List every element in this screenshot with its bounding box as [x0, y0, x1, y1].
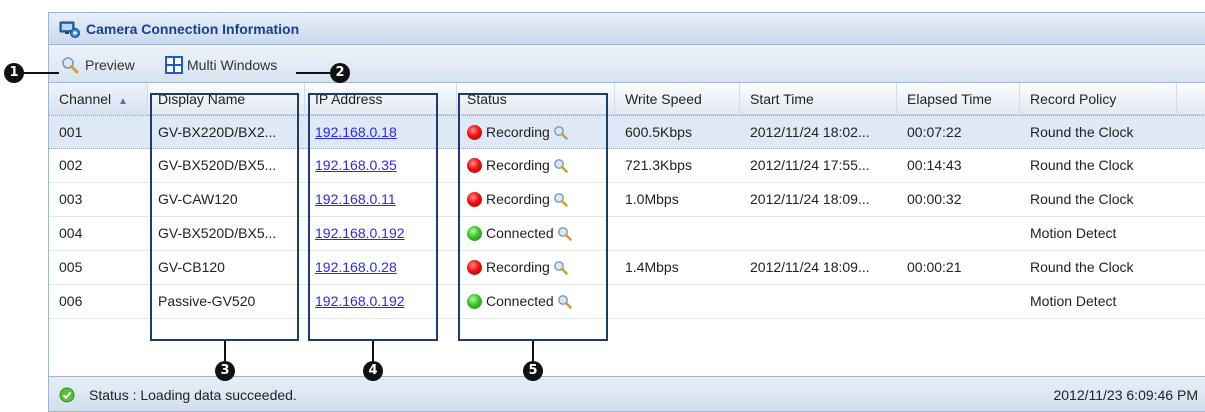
- cell-elapsed-time: 00:07:22: [907, 124, 962, 140]
- panel-title: Camera Connection Information: [86, 21, 300, 37]
- cell-channel: 003: [59, 191, 83, 207]
- toolbar: Preview Multi Windows: [49, 45, 1205, 83]
- cell-elapsed-time: 00:00:21: [907, 259, 962, 275]
- callout-line-1: [24, 72, 59, 74]
- cell-channel: 006: [59, 293, 83, 309]
- cell-start-time: 2012/11/24 18:09...: [750, 191, 870, 207]
- callout-line-4: [372, 341, 374, 361]
- cell-channel: 005: [59, 259, 83, 275]
- cell-write-speed: 1.0Mbps: [625, 191, 679, 207]
- grid-windows-icon: [165, 56, 183, 74]
- column-label: Write Speed: [625, 91, 702, 107]
- camera-monitor-icon: [59, 21, 80, 38]
- success-check-icon: [59, 387, 75, 403]
- cell-start-time: [740, 217, 897, 250]
- cell-start-time: [740, 285, 897, 318]
- callout-badge-2: 2: [330, 63, 350, 83]
- cell-record-policy: Motion Detect: [1030, 225, 1117, 241]
- column-header-start-time[interactable]: Start Time: [740, 83, 897, 115]
- cell-record-policy: Round the Clock: [1030, 124, 1134, 140]
- callout-line-2: [296, 72, 330, 74]
- callout-badge-3: 3: [215, 361, 235, 381]
- callout-line-5: [532, 341, 534, 361]
- multi-windows-label: Multi Windows: [187, 57, 278, 73]
- sort-ascending-icon: ▲: [118, 96, 128, 107]
- callout-badge-5: 5: [523, 361, 543, 381]
- cell-record-policy: Round the Clock: [1030, 157, 1134, 173]
- cell-elapsed-time: [897, 217, 1020, 250]
- cell-write-speed: [615, 217, 740, 250]
- cell-write-speed: 600.5Kbps: [625, 124, 692, 140]
- status-timestamp: 2012/11/23 6:09:46 PM: [1053, 387, 1198, 403]
- cell-channel: 001: [59, 124, 83, 140]
- callout-box-ip-address: [308, 93, 438, 341]
- column-header-write-speed[interactable]: Write Speed: [615, 83, 740, 115]
- cell-write-speed: 721.3Kbps: [625, 157, 692, 173]
- cell-elapsed-time: 00:00:32: [907, 191, 962, 207]
- cell-channel: 002: [59, 157, 83, 173]
- cell-start-time: 2012/11/24 18:09...: [750, 259, 870, 275]
- statusbar: Status : Loading data succeeded. 2012/11…: [49, 376, 1205, 411]
- cell-record-policy: Round the Clock: [1030, 191, 1134, 207]
- cell-write-speed: 1.4Mbps: [625, 259, 679, 275]
- preview-label: Preview: [85, 57, 135, 73]
- callout-badge-1: 1: [4, 63, 24, 83]
- cell-start-time: 2012/11/24 18:02...: [750, 124, 870, 140]
- cell-record-policy: Round the Clock: [1030, 259, 1134, 275]
- column-header-elapsed-time[interactable]: Elapsed Time: [897, 83, 1020, 115]
- callout-box-display-name: [150, 93, 299, 341]
- cell-write-speed: [615, 285, 740, 318]
- callout-line-3: [224, 341, 226, 361]
- column-label: Record Policy: [1030, 91, 1117, 107]
- preview-button[interactable]: Preview: [61, 55, 135, 75]
- column-header-record-policy[interactable]: Record Policy: [1020, 83, 1177, 115]
- multi-windows-button[interactable]: Multi Windows: [165, 55, 277, 75]
- cell-start-time: 2012/11/24 17:55...: [750, 157, 870, 173]
- column-label: Channel: [59, 91, 112, 107]
- column-label: Start Time: [750, 91, 814, 107]
- callout-badge-4: 4: [363, 361, 383, 381]
- cell-channel: 004: [59, 225, 83, 241]
- cell-record-policy: Motion Detect: [1030, 293, 1117, 309]
- callout-box-status: [458, 93, 608, 341]
- cell-elapsed-time: [897, 285, 1020, 318]
- column-header-channel[interactable]: Channel ▲: [49, 83, 148, 115]
- column-label: Elapsed Time: [907, 91, 992, 107]
- status-message: Status : Loading data succeeded.: [89, 387, 297, 403]
- magnifier-icon: [62, 57, 79, 74]
- cell-elapsed-time: 00:14:43: [907, 157, 962, 173]
- panel-titlebar: Camera Connection Information: [49, 13, 1205, 45]
